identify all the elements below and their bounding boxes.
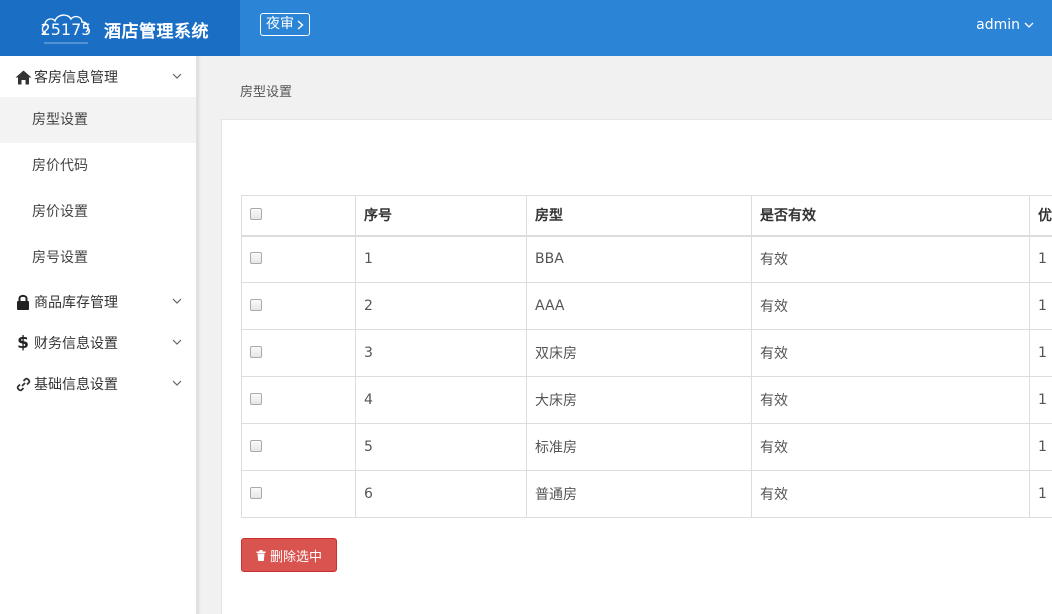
logo-icon: 25175 — [41, 14, 92, 44]
table-row[interactable]: 4 大床房 有效 1 — [241, 376, 1052, 424]
cell-priority: 1 — [1029, 423, 1052, 471]
sidebar-group-label: 商品库存管理 — [34, 294, 118, 311]
cell-index: 1 — [355, 235, 527, 283]
row-select-cell — [241, 329, 356, 377]
cell-priority: 1 — [1029, 329, 1052, 377]
table-row[interactable]: 2 AAA 有效 1 — [241, 282, 1052, 330]
cell-index: 2 — [355, 282, 527, 330]
sidebar-item-room-type[interactable]: 房型设置 — [0, 97, 196, 143]
room-type-table: 序号 房型 是否有效 优 1 BBA 有效 1 2 AAA 有效 1 3 双床房… — [241, 195, 1052, 518]
select-all-cell — [241, 195, 356, 237]
lock-icon — [14, 293, 32, 311]
breadcrumb: 房型设置 — [240, 85, 293, 100]
cell-room-type: BBA — [526, 235, 752, 283]
cell-room-type: 标准房 — [526, 423, 752, 471]
sidebar: 客房信息管理 房型设置 房价代码 房价设置 房号设置 商品库存管理 $ 财务信息… — [0, 56, 197, 614]
cell-priority: 1 — [1029, 376, 1052, 424]
night-audit-label: 夜审 — [266, 16, 294, 32]
column-header-index[interactable]: 序号 — [355, 195, 527, 237]
sidebar-group-label: 客房信息管理 — [34, 69, 118, 86]
row-checkbox[interactable] — [250, 393, 262, 405]
cell-valid: 有效 — [751, 329, 1030, 377]
sidebar-item-rate-code[interactable]: 房价代码 — [0, 143, 196, 189]
chevron-down-icon — [1024, 22, 1034, 28]
brand-area: 25175 酒店管理系统 — [0, 0, 240, 56]
table-row[interactable]: 6 普通房 有效 1 — [241, 470, 1052, 518]
chevron-down-icon — [172, 298, 182, 304]
cell-valid: 有效 — [751, 376, 1030, 424]
cell-index: 3 — [355, 329, 527, 377]
sidebar-divider — [197, 56, 201, 614]
cell-valid: 有效 — [751, 282, 1030, 330]
cell-valid: 有效 — [751, 235, 1030, 283]
cell-priority: 1 — [1029, 282, 1052, 330]
sidebar-group-room-info[interactable]: 客房信息管理 — [0, 56, 196, 97]
top-header: 25175 酒店管理系统 夜审 admin — [0, 0, 1052, 56]
column-header-valid[interactable]: 是否有效 — [751, 195, 1030, 237]
user-menu[interactable]: admin — [976, 17, 1034, 33]
row-checkbox[interactable] — [250, 440, 262, 452]
sidebar-group-label: 基础信息设置 — [34, 376, 118, 393]
row-checkbox[interactable] — [250, 346, 262, 358]
sidebar-group-finance[interactable]: $ 财务信息设置 — [0, 322, 196, 363]
cell-index: 4 — [355, 376, 527, 424]
user-name: admin — [976, 17, 1020, 33]
delete-selected-button[interactable]: 删除选中 — [241, 538, 337, 572]
column-header-priority[interactable]: 优 — [1029, 195, 1052, 237]
cell-valid: 有效 — [751, 423, 1030, 471]
cell-room-type: 普通房 — [526, 470, 752, 518]
app-title: 酒店管理系统 — [104, 22, 209, 42]
chevron-down-icon — [172, 380, 182, 386]
cell-index: 5 — [355, 423, 527, 471]
column-header-room-type[interactable]: 房型 — [526, 195, 752, 237]
row-checkbox[interactable] — [250, 299, 262, 311]
row-select-cell — [241, 376, 356, 424]
cell-room-type: 大床房 — [526, 376, 752, 424]
night-audit-button[interactable]: 夜审 — [260, 13, 310, 36]
row-checkbox[interactable] — [250, 252, 262, 265]
table-row[interactable]: 1 BBA 有效 1 — [241, 235, 1052, 283]
table-header-row: 序号 房型 是否有效 优 — [241, 195, 1052, 237]
dollar-icon: $ — [17, 333, 29, 353]
chevron-right-icon — [297, 19, 304, 30]
trash-icon — [256, 549, 266, 561]
delete-selected-label: 删除选中 — [269, 549, 322, 565]
select-all-checkbox[interactable] — [250, 208, 262, 221]
table-row[interactable]: 3 双床房 有效 1 — [241, 329, 1052, 377]
chevron-down-icon — [172, 73, 182, 79]
row-select-cell — [241, 470, 356, 518]
row-select-cell — [241, 282, 356, 330]
row-checkbox[interactable] — [250, 487, 262, 499]
row-select-cell — [241, 235, 356, 283]
link-icon — [14, 375, 32, 393]
sidebar-group-inventory[interactable]: 商品库存管理 — [0, 281, 196, 322]
table-row[interactable]: 5 标准房 有效 1 — [241, 423, 1052, 471]
cell-room-type: 双床房 — [526, 329, 752, 377]
cell-room-type: AAA — [526, 282, 752, 330]
svg-text:25175: 25175 — [41, 20, 92, 39]
row-select-cell — [241, 423, 356, 471]
home-icon — [14, 68, 32, 86]
sidebar-item-room-number[interactable]: 房号设置 — [0, 235, 196, 281]
cell-index: 6 — [355, 470, 527, 518]
sidebar-group-label: 财务信息设置 — [34, 335, 118, 352]
sidebar-group-basic-info[interactable]: 基础信息设置 — [0, 363, 196, 404]
sidebar-item-rate-setting[interactable]: 房价设置 — [0, 189, 196, 235]
cell-valid: 有效 — [751, 470, 1030, 518]
cell-priority: 1 — [1029, 470, 1052, 518]
chevron-down-icon — [172, 339, 182, 345]
cell-priority: 1 — [1029, 235, 1052, 283]
